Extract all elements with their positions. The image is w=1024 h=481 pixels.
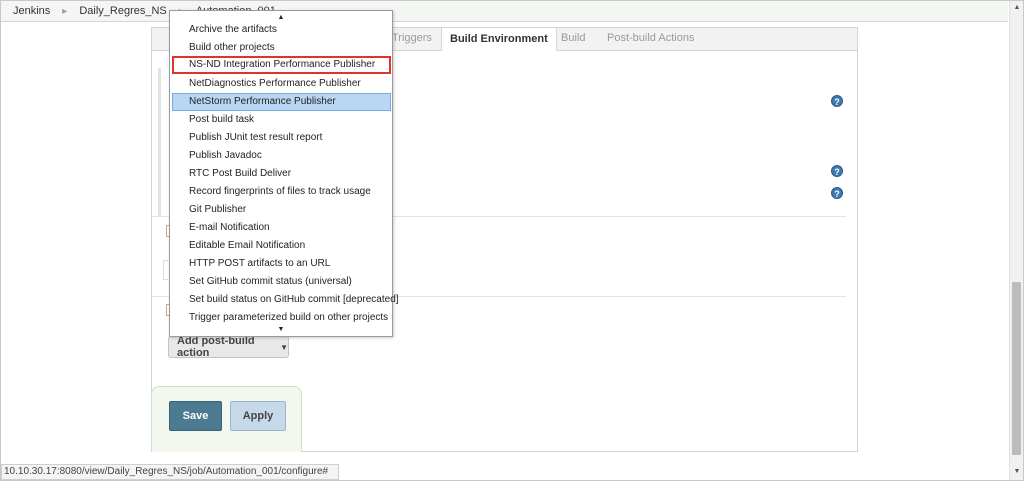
menu-item-git-publisher[interactable]: Git Publisher	[172, 201, 391, 219]
menu-item-post-build-task[interactable]: Post build task	[172, 111, 391, 129]
chevron-down-icon: ▼	[280, 342, 288, 352]
breadcrumb-jenkins[interactable]: Jenkins	[1, 5, 50, 17]
menu-item-netdiagnostics-publisher[interactable]: NetDiagnostics Performance Publisher	[172, 75, 391, 93]
section-rail	[158, 68, 161, 216]
tab-post-build-actions[interactable]: Post-build Actions	[607, 32, 694, 44]
scrollbar-thumb[interactable]	[1012, 282, 1021, 455]
section-handle	[163, 260, 168, 280]
menu-item-github-build-status-deprecated[interactable]: Set build status on GitHub commit [depre…	[172, 291, 399, 309]
breadcrumb: Jenkins ▸ Daily_Regres_NS ▸ Automation_0…	[1, 1, 1008, 22]
breadcrumb-separator-icon: ▸	[62, 5, 68, 17]
page-scrollbar[interactable]: ▲ ▼	[1009, 1, 1023, 480]
menu-item-build-other-projects[interactable]: Build other projects	[172, 39, 391, 57]
scroll-down-icon[interactable]: ▼	[1010, 465, 1024, 479]
menu-item-archive-artifacts[interactable]: Archive the artifacts	[172, 21, 391, 39]
help-icon[interactable]: ?	[831, 165, 843, 177]
menu-item-publish-junit[interactable]: Publish JUnit test result report	[172, 129, 391, 147]
menu-item-ns-nd-integration-publisher[interactable]: NS-ND Integration Performance Publisher	[172, 56, 391, 74]
tab-build[interactable]: Build	[561, 32, 585, 44]
scroll-up-icon[interactable]: ▲	[1010, 1, 1024, 15]
menu-item-publish-javadoc[interactable]: Publish Javadoc	[172, 147, 391, 165]
menu-item-netstorm-publisher[interactable]: NetStorm Performance Publisher	[172, 93, 391, 111]
menu-item-email-notification[interactable]: E-mail Notification	[172, 219, 391, 237]
apply-button[interactable]: Apply	[230, 401, 286, 431]
breadcrumb-view[interactable]: Daily_Regres_NS	[67, 5, 166, 17]
add-post-build-action-label: Add post-build action	[177, 335, 255, 359]
menu-item-editable-email-notification[interactable]: Editable Email Notification	[172, 237, 391, 255]
tab-triggers[interactable]: Triggers	[392, 32, 432, 44]
tab-build-environment[interactable]: Build Environment	[441, 27, 557, 51]
save-button[interactable]: Save	[169, 401, 222, 431]
help-icon[interactable]: ?	[831, 187, 843, 199]
menu-item-rtc-post-build-deliver[interactable]: RTC Post Build Deliver	[172, 165, 391, 183]
status-bar-url: 10.10.30.17:8080/view/Daily_Regres_NS/jo…	[1, 464, 339, 480]
menu-item-record-fingerprints[interactable]: Record fingerprints of files to track us…	[172, 183, 391, 201]
post-build-action-menu: ▲ Archive the artifacts Build other proj…	[169, 10, 399, 337]
menu-item-github-commit-status[interactable]: Set GitHub commit status (universal)	[172, 273, 391, 291]
menu-scroll-down-icon[interactable]: ▼	[170, 323, 392, 337]
help-icon[interactable]: ?	[831, 95, 843, 107]
menu-item-http-post-artifacts[interactable]: HTTP POST artifacts to an URL	[172, 255, 391, 273]
add-post-build-action-button[interactable]: Add post-build action ▼	[168, 335, 289, 359]
